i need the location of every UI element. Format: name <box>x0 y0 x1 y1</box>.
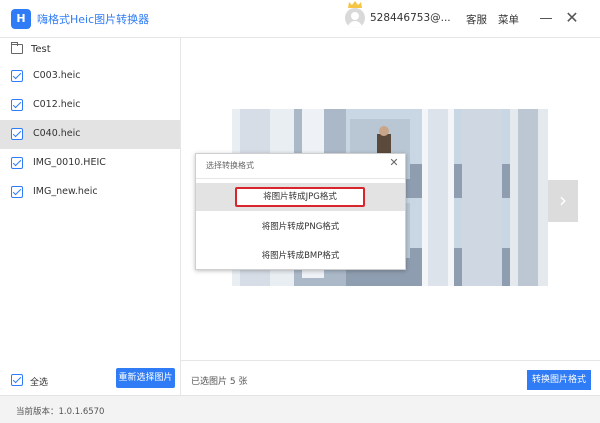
convert-format-button[interactable]: 转换图片格式 <box>527 370 591 390</box>
file-checkbox[interactable] <box>11 128 23 140</box>
status-footer: 当前版本：1.0.1.6570 <box>0 395 600 423</box>
app-title: 嗨格式Heic图片转换器 <box>37 13 150 26</box>
file-item[interactable]: IMG_0010.HEIC <box>0 149 180 178</box>
bottom-bar: 已选图片 5 张 转换图片格式 <box>181 360 600 395</box>
file-name: C040.heic <box>33 128 81 139</box>
option-png[interactable]: 将图片转成PNG格式 <box>196 213 405 241</box>
option-bmp[interactable]: 将图片转成BMP格式 <box>196 242 405 270</box>
title-bar: H 嗨格式Heic图片转换器 528446753@... 客服 菜单 ✕ <box>0 0 600 38</box>
dialog-divider <box>196 178 405 179</box>
version-text: 当前版本：1.0.1.6570 <box>16 407 105 417</box>
format-select-dialog: 选择转换格式 ✕ 将图片转成JPG格式 将图片转成PNG格式 将图片转成BMP格… <box>195 153 406 270</box>
close-window-icon[interactable]: ✕ <box>564 9 580 27</box>
user-avatar[interactable] <box>345 8 365 28</box>
reselect-images-button[interactable]: 重新选择图片 <box>116 368 175 388</box>
folder-row[interactable]: Test <box>0 38 180 62</box>
file-name: IMG_new.heic <box>33 186 98 197</box>
file-item[interactable]: C012.heic <box>0 91 180 120</box>
select-all-checkbox[interactable] <box>11 374 23 386</box>
file-item[interactable]: IMG_new.heic <box>0 178 180 207</box>
customer-service-link[interactable]: 客服 <box>466 12 487 27</box>
file-item-selected[interactable]: C040.heic <box>0 120 180 149</box>
file-checkbox[interactable] <box>11 70 23 82</box>
option-jpg-label[interactable]: 将图片转成JPG格式 <box>235 187 365 207</box>
file-item[interactable]: C003.heic <box>0 62 180 91</box>
folder-icon <box>11 42 23 54</box>
dialog-title: 选择转换格式 <box>206 161 254 170</box>
file-name: IMG_0010.HEIC <box>33 157 106 168</box>
selected-count-text: 已选图片 5 张 <box>191 377 248 387</box>
username-label[interactable]: 528446753@... <box>370 12 451 24</box>
menu-link[interactable]: 菜单 <box>498 12 519 27</box>
app-logo-icon: H <box>11 9 31 29</box>
file-name: C003.heic <box>33 70 81 81</box>
next-image-arrow-icon[interactable]: › <box>548 180 578 222</box>
file-name: C012.heic <box>33 99 81 110</box>
file-checkbox[interactable] <box>11 186 23 198</box>
dialog-close-icon[interactable]: ✕ <box>388 157 400 169</box>
file-checkbox[interactable] <box>11 157 23 169</box>
minimize-icon[interactable] <box>539 9 553 27</box>
folder-label: Test <box>31 44 51 55</box>
file-checkbox[interactable] <box>11 99 23 111</box>
select-all-label: 全选 <box>30 378 49 388</box>
file-sidebar: Test C003.heic C012.heic C040.heic IMG_0… <box>0 38 181 395</box>
